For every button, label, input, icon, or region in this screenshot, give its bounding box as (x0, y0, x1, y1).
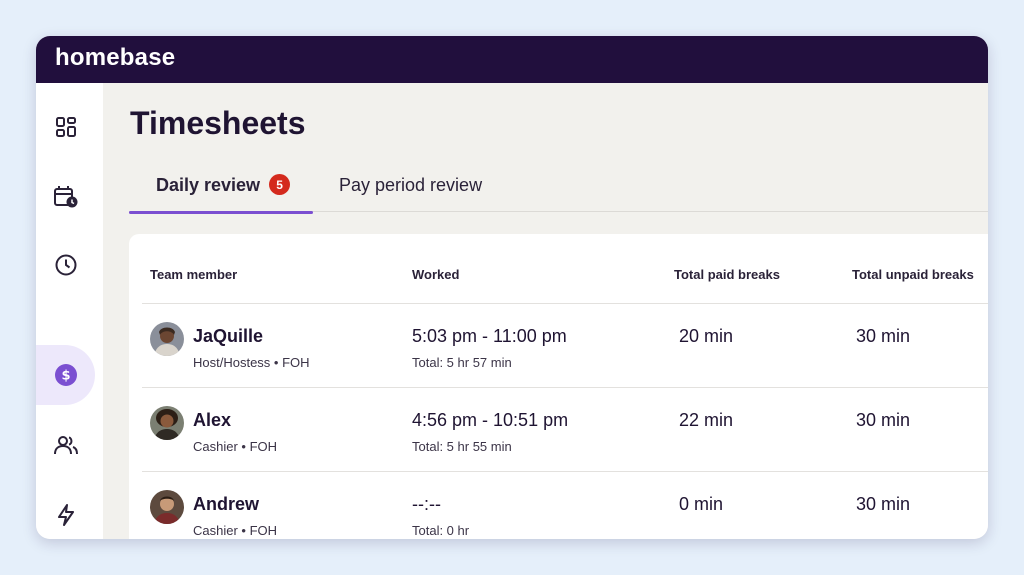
app-window: homebase $ Timesheets Daily review 5 Pay… (36, 36, 988, 539)
tab-label: Pay period review (339, 175, 483, 195)
notification-badge: 5 (269, 174, 291, 195)
team-icon (53, 436, 78, 455)
lightning-icon (57, 504, 74, 526)
homebase-logo[interactable]: homebase (55, 44, 175, 72)
svg-text:$: $ (61, 369, 70, 384)
calendar-clock-icon (53, 186, 77, 208)
page-title: Timesheets (130, 105, 306, 141)
active-tab-underline (129, 211, 313, 214)
member-name: Andrew (193, 494, 260, 514)
unpaid-breaks: 30 min (856, 410, 911, 430)
column-header-team-member[interactable]: Team member (150, 267, 237, 282)
timesheet-table: Team member Worked Total paid breaks Tot… (129, 234, 988, 539)
sidebar-item-hiring[interactable] (36, 485, 95, 539)
worked-time: 4:56 pm - 10:51 pm (412, 410, 569, 430)
sidebar: $ (36, 83, 103, 539)
top-bar: homebase (36, 36, 988, 83)
paid-breaks: 0 min (679, 494, 724, 514)
sidebar-item-payroll[interactable]: $ (36, 345, 95, 405)
unpaid-breaks: 30 min (856, 494, 911, 514)
column-header-unpaid-breaks[interactable]: Total unpaid breaks (852, 267, 974, 282)
table-row[interactable]: Alex Cashier • FOH 4:56 pm - 10:51 pm To… (142, 387, 988, 472)
member-name: Alex (193, 410, 232, 430)
main-content: Timesheets Daily review 5 Pay period rev… (103, 83, 988, 539)
member-name: JaQuille (193, 326, 264, 346)
table-row[interactable]: JaQuille Host/Hostess • FOH 5:03 pm - 11… (142, 303, 988, 388)
paid-breaks: 22 min (679, 410, 734, 430)
member-role: Cashier • FOH (193, 439, 278, 454)
tab-pay-period-review[interactable]: Pay period review (339, 175, 519, 211)
sidebar-item-time-clock[interactable] (36, 235, 95, 295)
clock-icon (55, 254, 76, 276)
table-row[interactable]: Andrew Cashier • FOH --:-- Total: 0 hr 0… (142, 471, 988, 539)
worked-time: --:-- (412, 494, 441, 514)
worked-total: Total: 5 hr 57 min (412, 355, 512, 370)
worked-total: Total: 5 hr 55 min (412, 439, 512, 454)
worked-total: Total: 0 hr (412, 523, 470, 538)
avatar (150, 406, 184, 440)
avatar (150, 490, 184, 524)
sidebar-item-team[interactable] (36, 415, 95, 475)
tab-label: Daily review (156, 175, 261, 195)
worked-time: 5:03 pm - 11:00 pm (412, 326, 567, 346)
column-header-worked[interactable]: Worked (412, 267, 459, 282)
dashboard-icon (55, 117, 76, 137)
paid-breaks: 20 min (679, 326, 734, 346)
column-header-paid-breaks[interactable]: Total paid breaks (674, 267, 780, 282)
member-role: Host/Hostess • FOH (193, 355, 310, 370)
unpaid-breaks: 30 min (856, 326, 911, 346)
sidebar-item-dashboard[interactable] (36, 97, 95, 157)
sidebar-item-schedule[interactable] (36, 167, 95, 227)
dollar-icon: $ (54, 364, 77, 386)
member-role: Cashier • FOH (193, 523, 278, 538)
tab-daily-review[interactable]: Daily review 5 (129, 174, 313, 214)
avatar (150, 322, 184, 356)
